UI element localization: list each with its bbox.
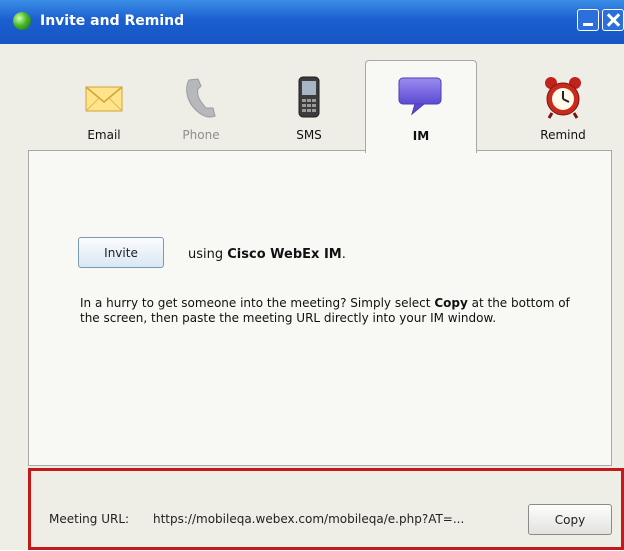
im-help-text: In a hurry to get someone into the meeti… (80, 296, 580, 326)
minimize-icon[interactable] (577, 9, 599, 31)
help-text-before: In a hurry to get someone into the meeti… (80, 296, 431, 310)
tab-email-label: Email (87, 128, 121, 142)
im-service-name: Cisco WebEx IM (227, 247, 342, 262)
meeting-url-value[interactable]: https://mobileqa.webex.com/mobileqa/e.ph… (153, 512, 464, 526)
meeting-url-label: Meeting URL: (49, 512, 130, 526)
chat-bubble-icon (398, 77, 442, 116)
tab-remind[interactable]: Remind (508, 64, 618, 150)
title-bar[interactable]: Invite and Remind (0, 0, 624, 44)
im-service-description: using Cisco WebEx IM. (188, 247, 346, 262)
tab-remind-label: Remind (540, 128, 586, 142)
window-title: Invite and Remind (40, 13, 185, 29)
tab-sms[interactable]: SMS (254, 64, 364, 150)
alarm-clock-icon (545, 77, 581, 119)
mobile-phone-icon (298, 76, 320, 118)
tab-sms-label: SMS (296, 128, 322, 142)
invite-and-remind-window: Invite and Remind Email Phone SMS IM Rem… (0, 0, 624, 550)
using-prefix: using (188, 247, 224, 262)
copy-button[interactable]: Copy (528, 504, 612, 535)
tab-im[interactable]: IM (365, 60, 477, 153)
using-suffix: . (341, 247, 346, 262)
invite-button[interactable]: Invite (78, 237, 164, 268)
tab-phone[interactable]: Phone (146, 64, 256, 150)
tab-im-label: IM (412, 129, 430, 143)
help-copy-emphasis: Copy (434, 296, 468, 310)
close-icon[interactable] (602, 9, 624, 31)
phone-icon (186, 78, 216, 118)
tab-email[interactable]: Email (49, 64, 159, 150)
tab-phone-label: Phone (182, 128, 220, 142)
envelope-icon (85, 86, 123, 112)
webex-globe-icon (13, 12, 31, 30)
